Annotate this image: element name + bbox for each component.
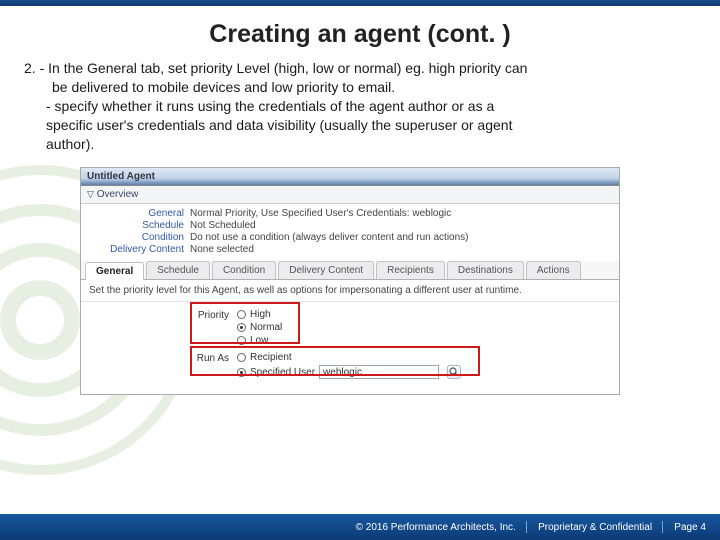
search-icon <box>449 367 459 377</box>
runas-specified-text: Specified User <box>250 367 315 378</box>
bullet-line-1: - In the General tab, set priority Level… <box>36 60 528 76</box>
slide-body-text: 2. - In the General tab, set priority Le… <box>0 59 720 153</box>
tab-general[interactable]: General <box>85 262 144 280</box>
tab-destinations[interactable]: Destinations <box>447 261 524 279</box>
overview-delivery-value: None selected <box>190 244 611 255</box>
radio-icon[interactable] <box>237 323 246 332</box>
radio-icon[interactable] <box>237 368 246 377</box>
overview-grid: General Normal Priority, Use Specified U… <box>81 204 619 261</box>
tab-actions[interactable]: Actions <box>526 261 581 279</box>
priority-label: Priority <box>89 308 229 321</box>
footer-separator: │ <box>524 522 530 533</box>
bullet-line-5: author). <box>24 135 690 154</box>
window-title: Untitled Agent <box>81 168 619 186</box>
footer-confidential: Proprietary & Confidential <box>538 522 652 533</box>
runas-group: Run As Recipient Specified User weblogic <box>89 351 611 380</box>
priority-high-text: High <box>250 309 271 320</box>
overview-general-label: General <box>89 208 184 219</box>
slide-footer: © 2016 Performance Architects, Inc. │ Pr… <box>0 514 720 540</box>
tab-delivery-content[interactable]: Delivery Content <box>278 261 374 279</box>
bullet-number: 2. <box>24 60 36 76</box>
tab-schedule[interactable]: Schedule <box>146 261 210 279</box>
runas-option-recipient[interactable]: Recipient <box>237 351 461 364</box>
radio-icon[interactable] <box>237 336 246 345</box>
radio-icon[interactable] <box>237 310 246 319</box>
footer-page: Page 4 <box>674 522 706 533</box>
embedded-screenshot: Untitled Agent ▽ Overview General Normal… <box>80 167 620 395</box>
tab-condition[interactable]: Condition <box>212 261 276 279</box>
footer-copyright: © 2016 Performance Architects, Inc. <box>356 522 516 533</box>
radio-icon[interactable] <box>237 353 246 362</box>
overview-schedule-value: Not Scheduled <box>190 220 611 231</box>
overview-header[interactable]: ▽ Overview <box>81 186 619 204</box>
collapse-triangle-icon[interactable]: ▽ <box>87 189 94 199</box>
overview-condition-label: Condition <box>89 232 184 243</box>
priority-option-normal[interactable]: Normal <box>237 321 282 334</box>
priority-normal-text: Normal <box>250 322 282 333</box>
tab-recipients[interactable]: Recipients <box>376 261 445 279</box>
runas-option-specified-user[interactable]: Specified User weblogic <box>237 364 461 380</box>
overview-label: Overview <box>97 189 139 200</box>
priority-low-text: Low <box>250 335 268 346</box>
runas-recipient-text: Recipient <box>250 352 292 363</box>
overview-schedule-label: Schedule <box>89 220 184 231</box>
tab-description: Set the priority level for this Agent, a… <box>81 280 619 302</box>
bullet-line-4: specific user's credentials and data vis… <box>24 116 690 135</box>
search-user-button[interactable] <box>447 365 461 379</box>
slide-title: Creating an agent (cont. ) <box>0 6 720 59</box>
priority-option-low[interactable]: Low <box>237 334 282 347</box>
runas-label: Run As <box>89 351 229 364</box>
priority-group: Priority High Normal Low <box>89 308 611 347</box>
general-tab-form: Priority High Normal Low Run As <box>81 302 619 394</box>
overview-delivery-label: Delivery Content <box>89 244 184 255</box>
runas-user-input[interactable]: weblogic <box>319 365 439 379</box>
footer-separator: │ <box>660 522 666 533</box>
bullet-line-3: - specify whether it runs using the cred… <box>24 97 690 116</box>
priority-option-high[interactable]: High <box>237 308 282 321</box>
tab-bar: General Schedule Condition Delivery Cont… <box>81 261 619 280</box>
overview-general-value: Normal Priority, Use Specified User's Cr… <box>190 208 611 219</box>
overview-condition-value: Do not use a condition (always deliver c… <box>190 232 611 243</box>
bullet-line-2: be delivered to mobile devices and low p… <box>24 78 690 97</box>
